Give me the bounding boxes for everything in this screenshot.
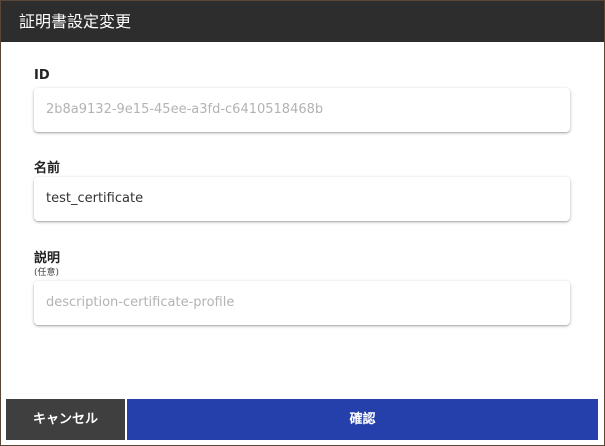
id-field[interactable]: 2b8a9132-9e15-45ee-a3fd-c6410518468b xyxy=(34,88,570,132)
dialog-footer: キャンセル 確認 xyxy=(6,399,598,440)
id-label: ID xyxy=(34,68,50,83)
dialog-title: 証明書設定変更 xyxy=(1,1,604,42)
cancel-button[interactable]: キャンセル xyxy=(6,399,125,440)
description-field[interactable]: description-certificate-profile xyxy=(34,281,570,325)
description-optional-note: (任意) xyxy=(34,268,60,278)
confirm-button[interactable]: 確認 xyxy=(127,399,598,440)
certificate-settings-dialog: 証明書設定変更 ID 2b8a9132-9e15-45ee-a3fd-c6410… xyxy=(0,0,605,446)
name-label: 名前 xyxy=(34,161,61,176)
name-field[interactable]: test_certificate xyxy=(34,177,570,221)
description-label: 説明 xyxy=(34,251,61,266)
